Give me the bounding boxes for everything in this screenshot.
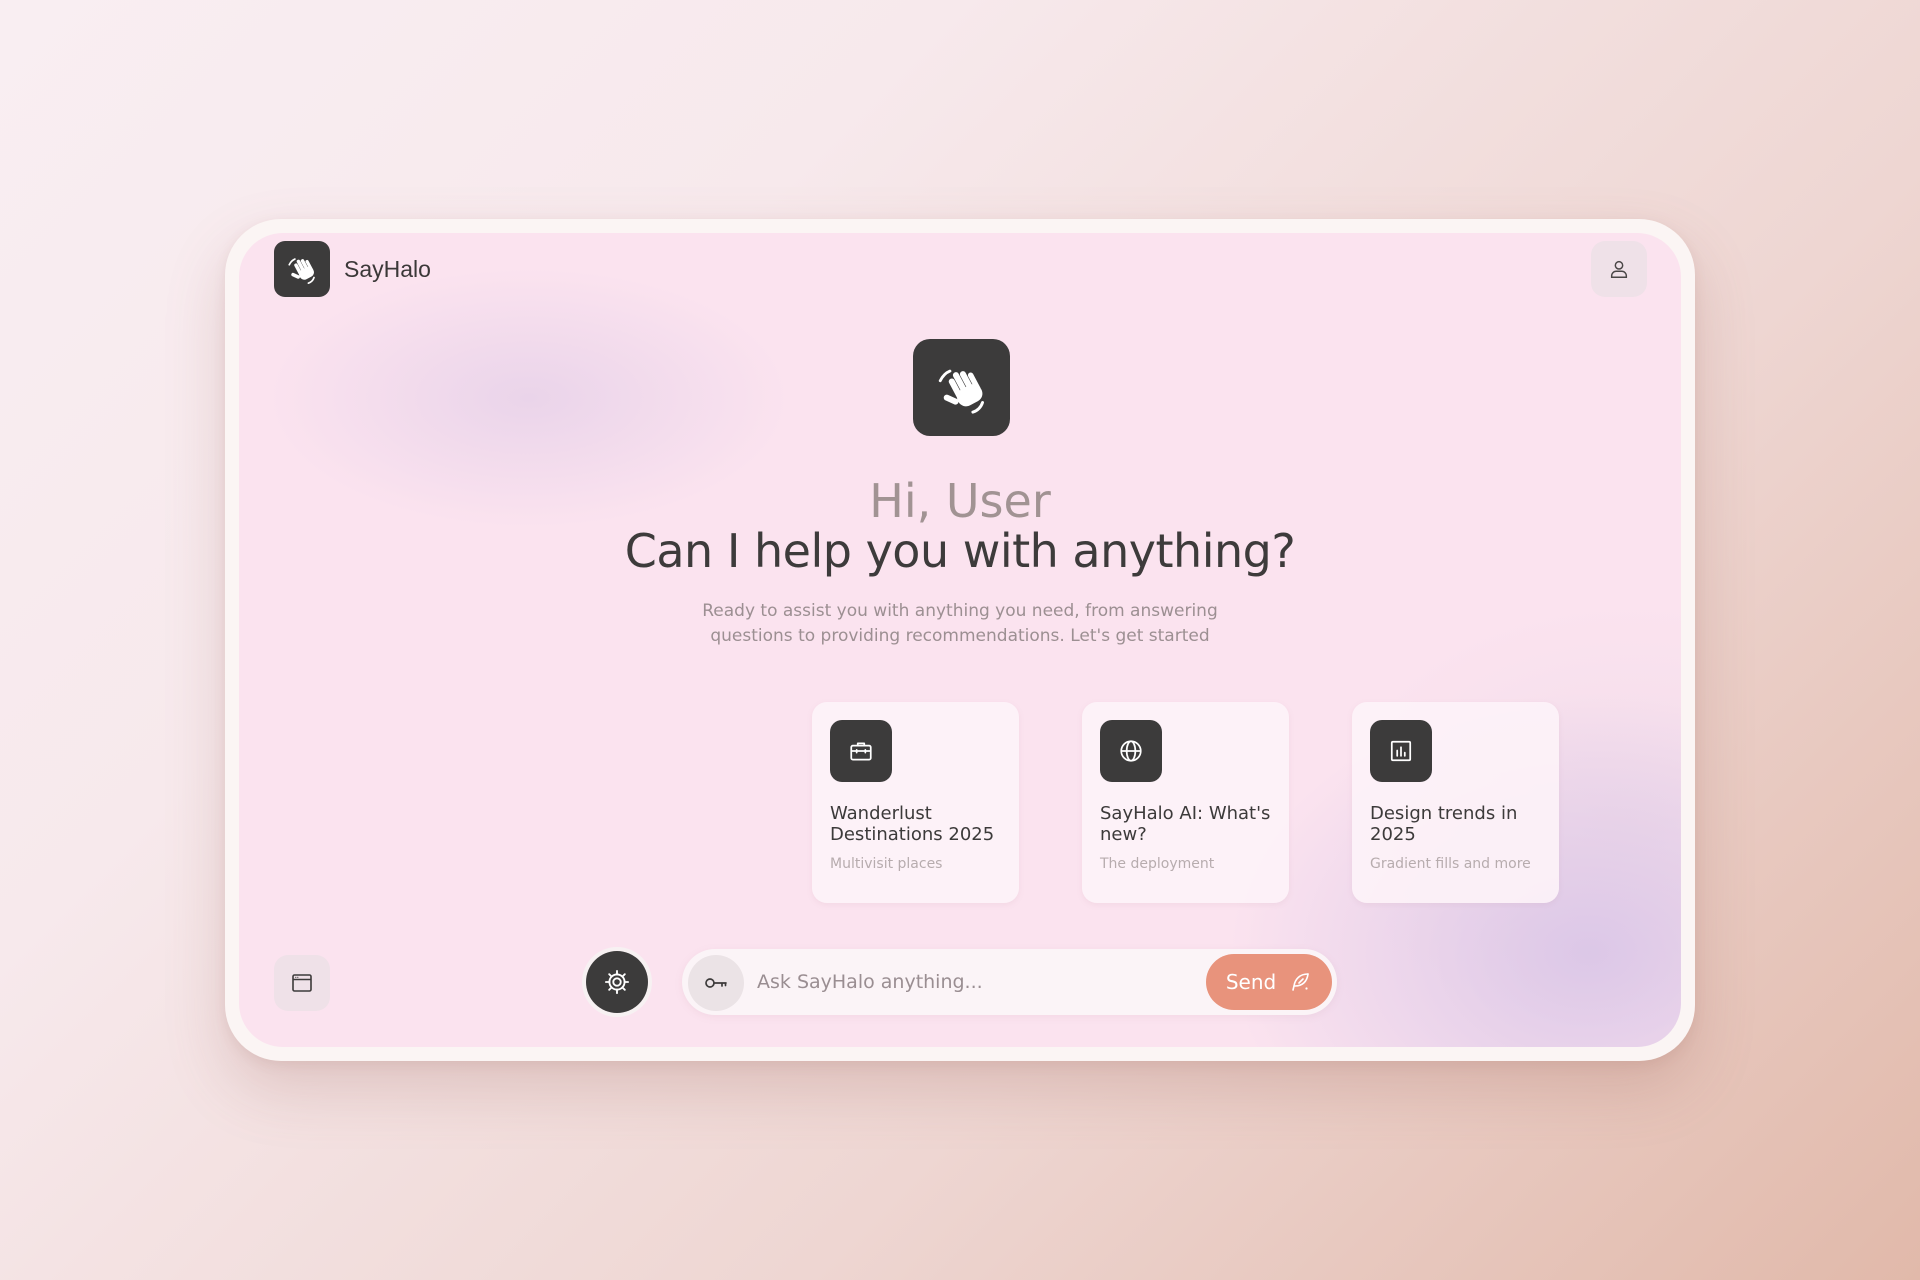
hero-greeting: Hi, User bbox=[869, 474, 1051, 528]
waving-hand-icon bbox=[288, 258, 315, 285]
send-button[interactable]: Send bbox=[1206, 954, 1332, 1010]
app-frame: SayHalo Hi, User Can I help you with any… bbox=[225, 219, 1695, 1061]
card-title: Design trends in 2025 bbox=[1370, 803, 1518, 845]
bar-chart-icon bbox=[1390, 740, 1412, 762]
key-icon bbox=[705, 978, 727, 988]
browser-window-icon bbox=[292, 974, 312, 992]
card-subtitle: Gradient fills and more bbox=[1370, 856, 1531, 872]
briefcase-icon bbox=[850, 742, 872, 761]
brand-name: SayHalo bbox=[344, 256, 431, 282]
card-icon-tile bbox=[830, 720, 892, 782]
user-icon bbox=[1610, 260, 1628, 278]
feather-pen-icon bbox=[1292, 973, 1309, 991]
chat-composer: Send bbox=[682, 949, 1337, 1015]
sidebar-toggle-button[interactable] bbox=[274, 955, 330, 1011]
hero-subtitle: Ready to assist you with anything you ne… bbox=[702, 601, 1218, 646]
settings-button[interactable] bbox=[586, 951, 648, 1013]
api-key-button[interactable] bbox=[688, 955, 744, 1011]
suggestion-card[interactable]: Wanderlust Destinations 2025 Multivisit … bbox=[812, 702, 1019, 903]
card-title: Wanderlust Destinations 2025 bbox=[830, 803, 995, 845]
profile-button[interactable] bbox=[1591, 241, 1647, 297]
globe-icon bbox=[1120, 740, 1142, 762]
suggestion-card[interactable]: Design trends in 2025 Gradient fills and… bbox=[1352, 702, 1559, 903]
chat-input[interactable] bbox=[757, 962, 1177, 1002]
card-subtitle: Multivisit places bbox=[830, 856, 943, 872]
card-subtitle: The deployment bbox=[1100, 856, 1215, 872]
waving-hand-icon bbox=[938, 369, 984, 414]
card-icon-tile bbox=[1100, 720, 1162, 782]
gear-icon bbox=[604, 969, 630, 995]
suggestion-card[interactable]: SayHalo AI: What's new? The deployment bbox=[1082, 702, 1289, 903]
brand-logo[interactable] bbox=[274, 241, 330, 297]
send-button-label: Send bbox=[1225, 970, 1277, 994]
hero-question: Can I help you with anything? bbox=[624, 524, 1296, 578]
card-icon-tile bbox=[1370, 720, 1432, 782]
app-panel: SayHalo Hi, User Can I help you with any… bbox=[239, 233, 1681, 1047]
card-title: SayHalo AI: What's new? bbox=[1100, 803, 1271, 845]
hero-logo bbox=[913, 339, 1010, 436]
